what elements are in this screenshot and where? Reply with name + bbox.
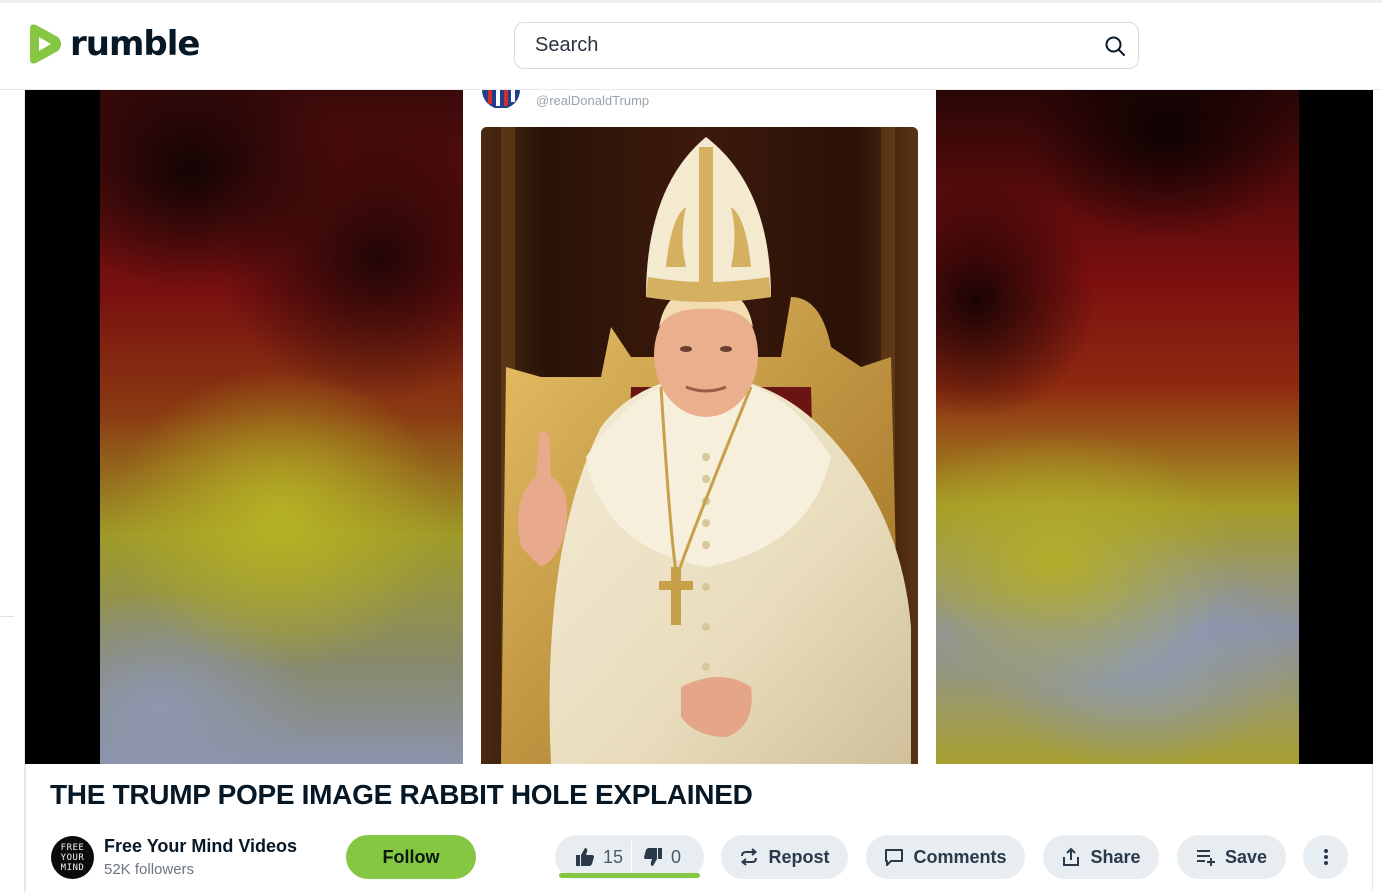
more-options-button[interactable]	[1303, 835, 1348, 879]
sidebar-tick	[0, 616, 14, 617]
pope-portrait-image	[481, 127, 918, 764]
save-label: Save	[1224, 846, 1268, 867]
more-vertical-icon	[1323, 849, 1328, 865]
flag-avatar-icon	[482, 90, 520, 108]
like-ratio-bar	[559, 873, 700, 878]
channel-follower-count: 52K followers	[104, 861, 195, 878]
playlist-add-icon	[1196, 850, 1215, 866]
video-frame-post-card: @realDonaldTrump	[463, 90, 936, 764]
video-player[interactable]: @realDonaldTrump	[25, 90, 1373, 764]
repost-label: Repost	[768, 846, 830, 867]
follow-button[interactable]: Follow	[346, 835, 476, 879]
repost-icon	[741, 848, 758, 866]
avatar-text-line: YOUR	[60, 852, 85, 863]
rumble-logo[interactable]: rumble	[24, 23, 200, 65]
post-handle: @realDonaldTrump	[536, 93, 650, 108]
site-header: rumble	[0, 0, 1382, 90]
search-input[interactable]	[535, 23, 1095, 68]
rumble-play-icon	[30, 24, 61, 64]
avatar-text-line: MIND	[60, 862, 85, 873]
search-box[interactable]	[514, 22, 1139, 69]
save-button[interactable]: Save	[1177, 835, 1286, 879]
search-button[interactable]	[1102, 33, 1128, 59]
comment-icon	[885, 849, 904, 866]
thumbs-down-icon	[644, 848, 662, 866]
channel-avatar[interactable]: FREE YOUR MIND	[51, 836, 94, 879]
search-icon	[1105, 36, 1125, 56]
pope-portrait-illustration	[481, 127, 918, 764]
share-icon	[1063, 847, 1080, 866]
header-top-line	[0, 0, 1382, 3]
comments-label: Comments	[913, 846, 1007, 867]
avatar-text-line: FREE	[60, 842, 85, 853]
share-label: Share	[1090, 846, 1141, 867]
repost-button[interactable]: Repost	[721, 835, 848, 879]
comments-button[interactable]: Comments	[866, 835, 1025, 879]
share-button[interactable]: Share	[1043, 835, 1159, 879]
video-blurred-background-right	[936, 90, 1299, 764]
video-blurred-background-left	[100, 90, 463, 764]
logo-wordmark: rumble	[70, 24, 200, 64]
like-count: 15	[603, 846, 624, 867]
video-title: THE TRUMP POPE IMAGE RABBIT HOLE EXPLAIN…	[50, 779, 753, 810]
vote-separator	[631, 841, 632, 873]
thumbs-up-icon	[576, 848, 594, 866]
dislike-count: 0	[671, 846, 682, 867]
channel-name-link[interactable]: Free Your Mind Videos	[104, 836, 297, 857]
